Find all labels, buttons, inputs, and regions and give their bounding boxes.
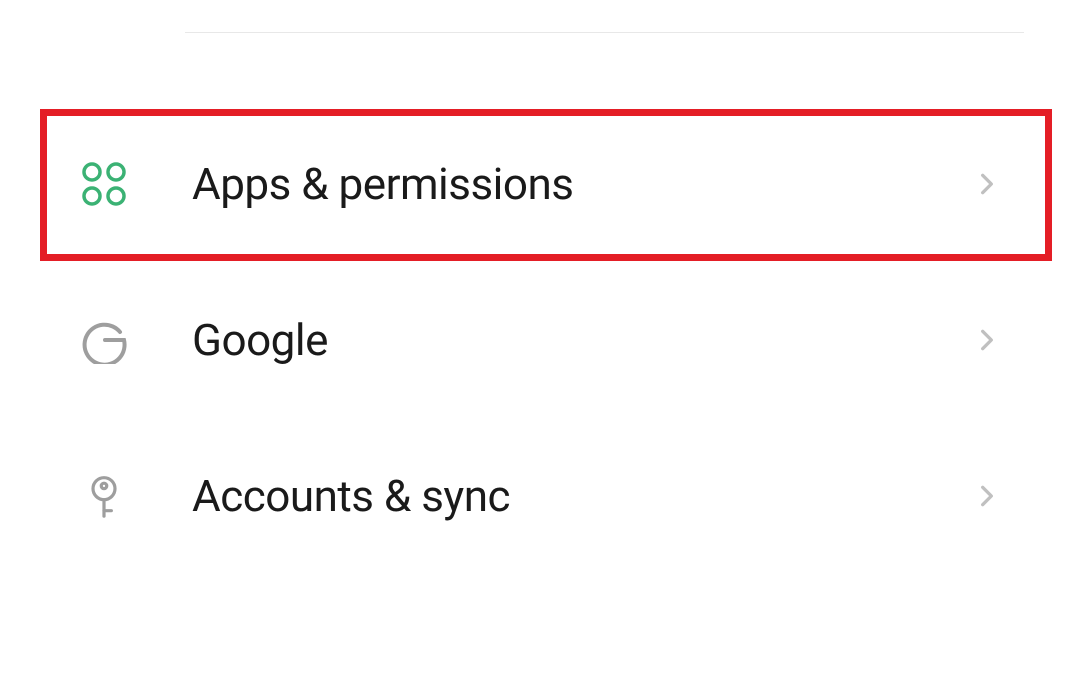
google-icon xyxy=(80,316,128,364)
apps-icon xyxy=(80,160,128,208)
settings-list: Apps & permissions Google xyxy=(0,106,1080,574)
settings-row-label: Google xyxy=(192,314,974,366)
chevron-right-icon xyxy=(974,327,1000,353)
settings-row-label: Accounts & sync xyxy=(192,470,974,522)
settings-row-google[interactable]: Google xyxy=(0,262,1080,418)
key-icon xyxy=(80,472,128,520)
settings-row-label: Apps & permissions xyxy=(192,158,974,210)
settings-row-accounts-sync[interactable]: Accounts & sync xyxy=(0,418,1080,574)
chevron-right-icon xyxy=(974,171,1000,197)
chevron-right-icon xyxy=(974,483,1000,509)
section-divider xyxy=(185,32,1024,33)
settings-row-apps-permissions[interactable]: Apps & permissions xyxy=(0,106,1080,262)
